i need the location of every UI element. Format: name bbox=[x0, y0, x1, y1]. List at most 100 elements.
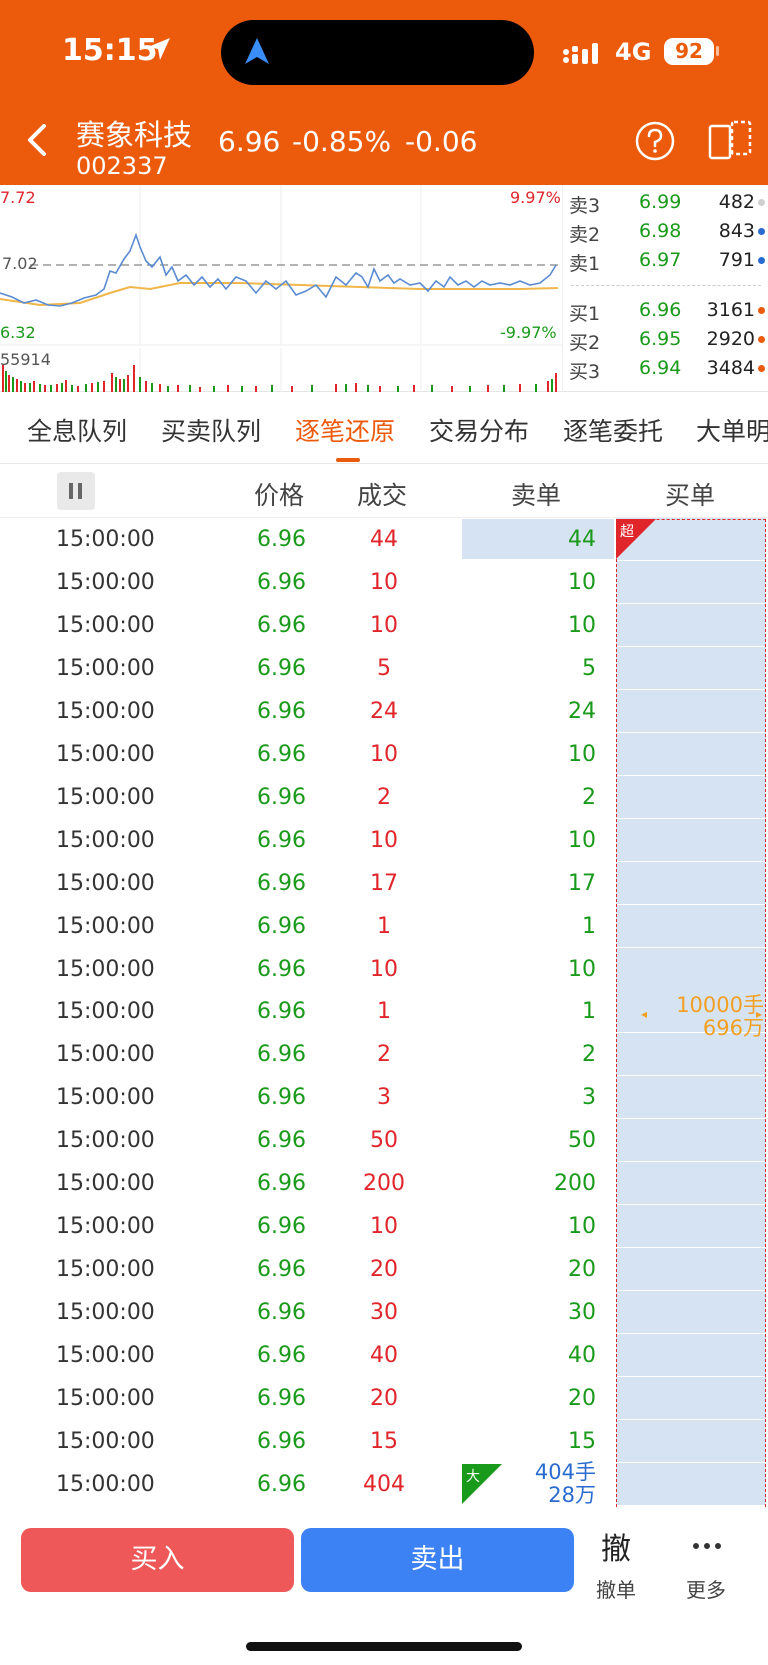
table-row[interactable]: 15:00:00 6.96 20 20 bbox=[0, 1377, 768, 1420]
big-buy-order-info[interactable]: 10000手 696万 bbox=[640, 994, 764, 1040]
tab-bid-ask-queue[interactable]: 买卖队列 bbox=[161, 412, 261, 448]
table-row[interactable]: 15:00:00 6.96 10 10 bbox=[0, 603, 768, 647]
table-row[interactable]: 15:00:00 6.96 404 bbox=[0, 1462, 768, 1506]
sell-button[interactable]: 卖出 bbox=[301, 1528, 574, 1592]
sell-order: 50 bbox=[568, 1128, 596, 1154]
buy-cell bbox=[616, 1419, 766, 1463]
help-icon[interactable] bbox=[635, 121, 675, 161]
intraday-chart[interactable]: 7.72 7.02 6.32 9.97% -9.97% 55914 卖3 6.99… bbox=[0, 185, 768, 392]
table-row[interactable]: 15:00:00 6.96 200 200 bbox=[0, 1162, 768, 1206]
trade-time: 15:00:00 bbox=[56, 698, 155, 724]
order-book-row[interactable]: 卖1 6.97 791 bbox=[563, 245, 768, 275]
order-book-row[interactable]: 买3 6.94 3484 bbox=[563, 353, 768, 383]
tab-bar: 全息队列 买卖队列 逐笔还原 交易分布 逐笔委托 大单明 bbox=[0, 392, 768, 464]
trade-time: 15:00:00 bbox=[56, 827, 155, 853]
more-label[interactable]: 更多 bbox=[686, 1574, 726, 1603]
buy-cell bbox=[616, 1119, 766, 1163]
table-row[interactable]: 15:00:00 6.96 30 30 bbox=[0, 1291, 768, 1335]
trade-volume: 404 bbox=[363, 1471, 405, 1497]
tab-full-queue[interactable]: 全息队列 bbox=[27, 412, 127, 448]
header-sell: 卖单 bbox=[511, 481, 562, 510]
table-row[interactable]: 15:00:00 6.96 40 40 bbox=[0, 1334, 768, 1378]
buy-cell bbox=[616, 1334, 766, 1378]
order-book-row[interactable]: 卖3 6.99 482 bbox=[563, 187, 768, 217]
cancel-order-label[interactable]: 撤单 bbox=[596, 1574, 636, 1603]
order-book-volume: 3161 bbox=[706, 299, 755, 321]
trade-volume: 24 bbox=[370, 698, 398, 724]
left-caret-icon: ◂ bbox=[641, 1007, 648, 1021]
order-book-row[interactable]: 买2 6.95 2920 bbox=[563, 324, 768, 354]
location-arrow-icon bbox=[148, 38, 170, 60]
sell-order: 24 bbox=[568, 698, 596, 724]
table-row[interactable]: 15:00:00 6.96 24 24 bbox=[0, 689, 768, 733]
trade-time: 15:00:00 bbox=[56, 784, 155, 810]
table-row[interactable]: 15:00:00 6.96 10 10 bbox=[0, 1205, 768, 1249]
header-volume: 成交 bbox=[357, 481, 408, 510]
sell-order: 5 bbox=[582, 655, 596, 681]
sell-order: 15 bbox=[568, 1428, 596, 1454]
trade-price: 6.96 bbox=[257, 1257, 306, 1283]
order-book[interactable]: 卖3 6.99 482 卖2 6.98 843 卖1 6.97 791 买1 6.96 3161 买2 6… bbox=[562, 185, 768, 392]
order-book-price: 6.94 bbox=[639, 357, 682, 379]
large-order-badge: 大 bbox=[462, 1464, 502, 1504]
order-book-price: 6.99 bbox=[639, 191, 682, 213]
back-arrow-icon[interactable] bbox=[24, 122, 50, 158]
sell-order: 1 bbox=[582, 999, 596, 1025]
trade-price: 6.96 bbox=[257, 1128, 306, 1154]
tab-tick-orders[interactable]: 逐笔委托 bbox=[563, 412, 663, 448]
order-book-volume: 843 bbox=[718, 220, 755, 242]
tab-large-orders[interactable]: 大单明 bbox=[696, 412, 768, 448]
cancel-order-icon[interactable]: 撤 bbox=[601, 1524, 631, 1568]
table-row[interactable]: 15:00:00 6.96 1 1 bbox=[0, 904, 768, 948]
table-row[interactable]: 15:00:00 6.96 10 10 bbox=[0, 818, 768, 862]
trade-time: 15:00:00 bbox=[56, 1085, 155, 1111]
buy-cell bbox=[616, 560, 766, 604]
buy-cell bbox=[616, 1377, 766, 1420]
pause-button[interactable] bbox=[57, 472, 95, 510]
buy-button[interactable]: 买入 bbox=[21, 1528, 294, 1592]
order-book-row[interactable]: 买1 6.96 3161 bbox=[563, 295, 768, 325]
trade-price: 6.96 bbox=[257, 1343, 306, 1369]
table-row[interactable]: 15:00:00 6.96 20 20 bbox=[0, 1248, 768, 1292]
large-sell-order-info[interactable]: 404手 28万 bbox=[510, 1461, 596, 1507]
layout-switch-icon[interactable] bbox=[708, 120, 752, 162]
trade-price: 6.96 bbox=[257, 827, 306, 853]
trade-price: 6.96 bbox=[257, 1085, 306, 1111]
sell-order: 2 bbox=[582, 1042, 596, 1068]
table-row[interactable]: 15:00:00 6.96 10 10 bbox=[0, 732, 768, 776]
trade-price: 6.96 bbox=[257, 1171, 306, 1197]
buy-cell bbox=[616, 603, 766, 647]
trade-volume: 10 bbox=[370, 1214, 398, 1240]
sell-order: 10 bbox=[568, 956, 596, 982]
order-book-dot-icon bbox=[758, 307, 765, 314]
table-row[interactable]: 15:00:00 6.96 10 10 bbox=[0, 947, 768, 991]
tab-trade-distribution[interactable]: 交易分布 bbox=[429, 412, 529, 448]
table-row[interactable]: 15:00:00 6.96 15 15 bbox=[0, 1419, 768, 1463]
table-row[interactable]: 15:00:00 6.96 3 3 bbox=[0, 1076, 768, 1120]
order-book-volume: 2920 bbox=[706, 328, 755, 350]
trade-price: 6.96 bbox=[257, 741, 306, 767]
table-row[interactable]: 15:00:00 6.96 2 2 bbox=[0, 775, 768, 819]
trade-time: 15:00:00 bbox=[56, 1343, 155, 1369]
order-book-row[interactable]: 卖2 6.98 843 bbox=[563, 216, 768, 246]
trade-time: 15:00:00 bbox=[56, 1300, 155, 1326]
trade-price: 6.96 bbox=[257, 1300, 306, 1326]
header-buy: 买单 bbox=[665, 481, 716, 510]
buy-cell bbox=[616, 947, 766, 991]
trade-time: 15:00:00 bbox=[56, 1428, 155, 1454]
stock-price: 6.96 bbox=[218, 125, 281, 158]
more-icon[interactable] bbox=[692, 1542, 722, 1550]
big-buy-lots: 10000手 bbox=[676, 993, 764, 1017]
sell-order: 10 bbox=[568, 612, 596, 638]
tab-tick-restore[interactable]: 逐笔还原 bbox=[295, 412, 395, 448]
svg-text:大: 大 bbox=[466, 1469, 480, 1485]
trade-price: 6.96 bbox=[257, 870, 306, 896]
table-row[interactable]: 15:00:00 6.96 17 17 bbox=[0, 861, 768, 905]
order-book-label: 买3 bbox=[569, 361, 601, 383]
home-indicator bbox=[246, 1642, 522, 1651]
table-row[interactable]: 15:00:00 6.96 5 5 bbox=[0, 646, 768, 690]
table-row[interactable]: 15:00:00 6.96 10 10 bbox=[0, 560, 768, 604]
sell-order: 200 bbox=[554, 1171, 596, 1197]
table-row[interactable]: 15:00:00 6.96 50 50 bbox=[0, 1119, 768, 1163]
big-buy-amount: 696万 bbox=[702, 1016, 764, 1040]
